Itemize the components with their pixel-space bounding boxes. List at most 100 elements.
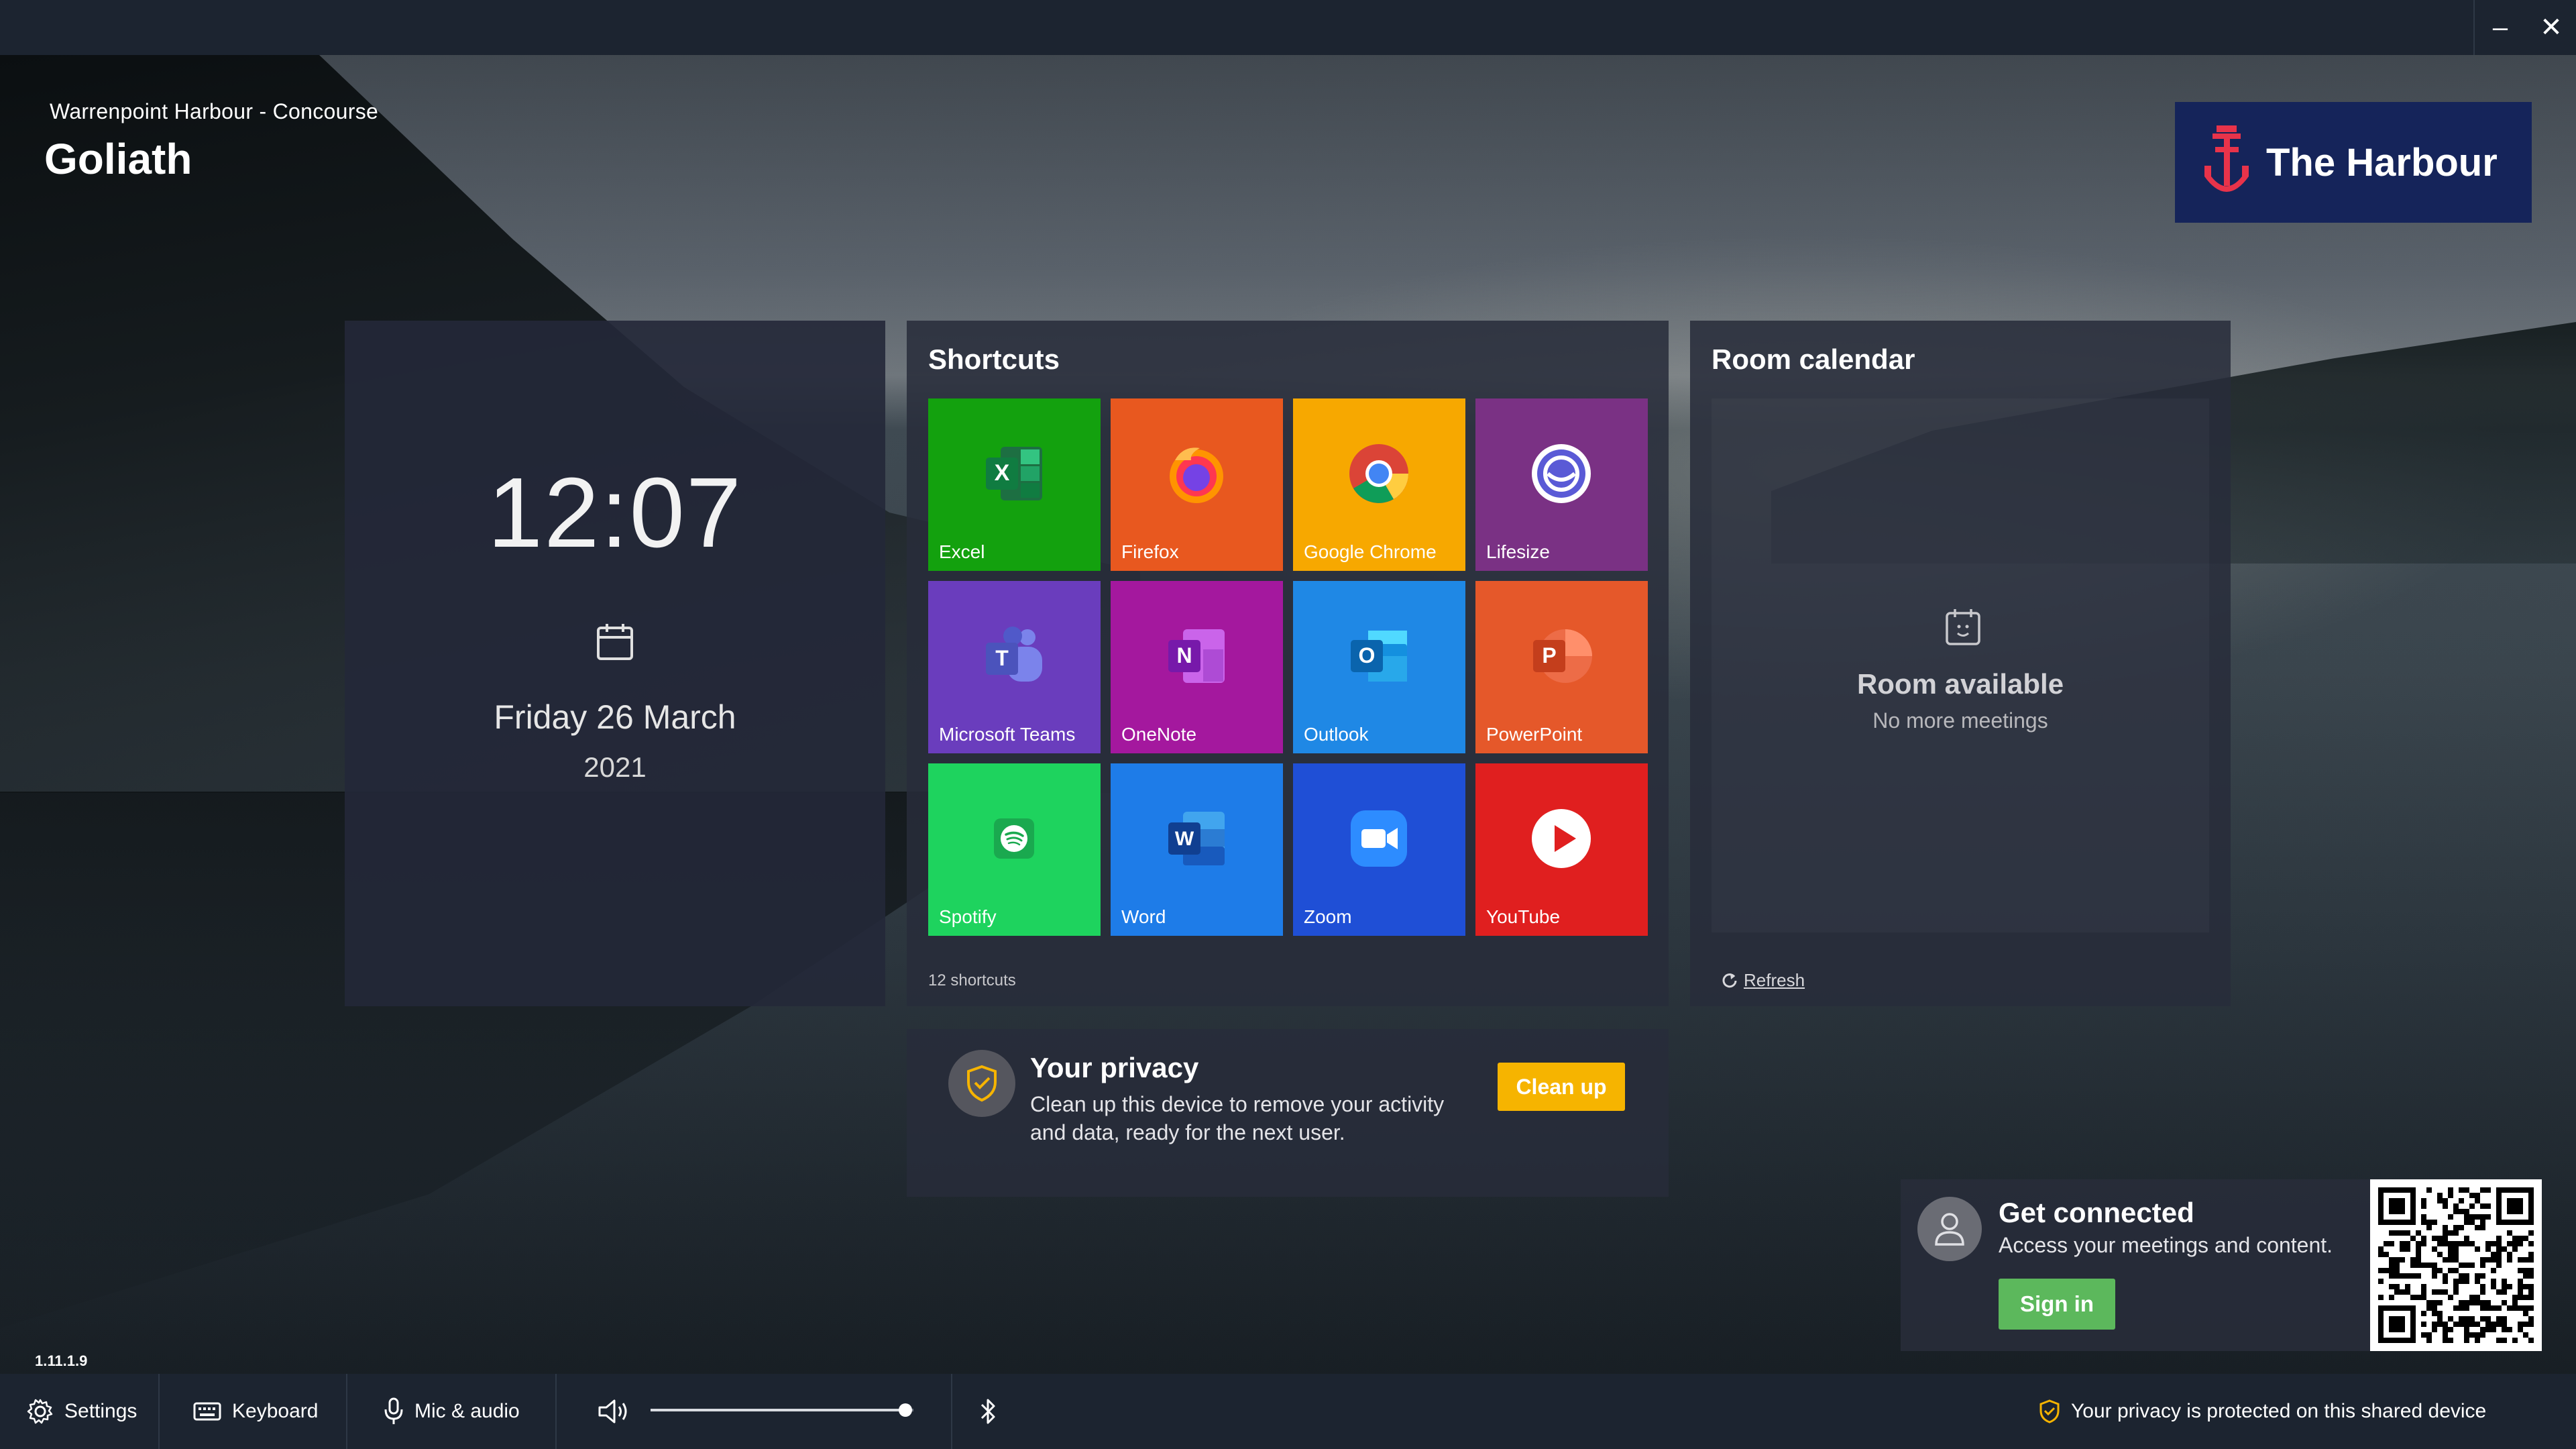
close-button[interactable]: ✕: [2526, 0, 2576, 55]
qr-module: [2416, 1295, 2421, 1300]
shortcut-tile-firefox[interactable]: Firefox: [1111, 398, 1283, 571]
qr-module: [2432, 1246, 2437, 1252]
title-bar: – ✕: [0, 0, 2576, 55]
qr-module: [2453, 1305, 2459, 1311]
qr-module: [2523, 1220, 2528, 1225]
qr-module: [2416, 1257, 2421, 1263]
qr-module: [2389, 1263, 2394, 1268]
qr-module: [2410, 1322, 2416, 1327]
qr-module: [2384, 1305, 2389, 1311]
qr-module: [2448, 1187, 2453, 1193]
shortcut-tile-spotify[interactable]: Spotify: [928, 763, 1101, 936]
qr-module: [2469, 1300, 2475, 1305]
qr-module: [2448, 1241, 2453, 1246]
qr-module: [2410, 1332, 2416, 1338]
clean-up-button[interactable]: Clean up: [1498, 1063, 1625, 1111]
qr-module: [2518, 1327, 2523, 1332]
qr-module: [2400, 1187, 2405, 1193]
qr-module: [2459, 1198, 2464, 1203]
qr-module: [2491, 1284, 2496, 1289]
qr-module: [2464, 1236, 2469, 1241]
qr-module: [2405, 1187, 2410, 1193]
qr-module: [2410, 1214, 2416, 1220]
qr-module: [2400, 1289, 2405, 1295]
qr-module: [2389, 1209, 2394, 1214]
privacy-text-line1: Clean up this device to remove your acti…: [1030, 1092, 1445, 1116]
shortcut-tile-google-chrome[interactable]: Google Chrome: [1293, 398, 1465, 571]
shortcut-tile-onenote[interactable]: N OneNote: [1111, 581, 1283, 753]
qr-module: [2469, 1203, 2475, 1209]
shortcut-tile-youtube[interactable]: YouTube: [1475, 763, 1648, 936]
qr-module: [2384, 1241, 2389, 1246]
mic-audio-button[interactable]: Mic & audio: [384, 1374, 520, 1449]
qr-module: [2496, 1209, 2502, 1214]
qr-module: [2448, 1252, 2453, 1257]
qr-module: [2480, 1332, 2485, 1338]
shortcut-tile-outlook[interactable]: O Outlook: [1293, 581, 1465, 753]
shortcut-tile-word[interactable]: W Word: [1111, 763, 1283, 936]
room-name: Goliath: [44, 135, 192, 183]
shortcut-tile-lifesize[interactable]: Lifesize: [1475, 398, 1648, 571]
qr-module: [2507, 1327, 2512, 1332]
qr-module: [2394, 1209, 2400, 1214]
qr-module: [2421, 1198, 2426, 1203]
qr-module: [2421, 1332, 2426, 1338]
qr-module: [2448, 1193, 2453, 1198]
qr-module: [2394, 1305, 2400, 1311]
qr-module: [2475, 1214, 2480, 1220]
qr-module: [2502, 1316, 2507, 1322]
qr-module: [2491, 1327, 2496, 1332]
qr-module: [2496, 1236, 2502, 1241]
volume-slider-track[interactable]: [651, 1403, 913, 1417]
qr-module: [2523, 1311, 2528, 1316]
shortcut-tile-excel[interactable]: X Excel: [928, 398, 1101, 571]
volume-button[interactable]: [597, 1374, 630, 1449]
shortcut-label: PowerPoint: [1486, 724, 1583, 745]
qr-module: [2389, 1273, 2394, 1279]
bluetooth-icon: [981, 1399, 995, 1424]
sign-in-button[interactable]: Sign in: [1999, 1279, 2115, 1330]
qr-module: [2464, 1338, 2469, 1343]
qr-module: [2384, 1187, 2389, 1193]
qr-module: [2475, 1332, 2480, 1338]
qr-module: [2378, 1193, 2384, 1198]
qr-module: [2518, 1220, 2523, 1225]
qr-module: [2480, 1305, 2485, 1311]
qr-module: [2453, 1268, 2459, 1273]
qr-module: [2507, 1252, 2512, 1257]
qr-module: [2443, 1327, 2448, 1332]
settings-button[interactable]: Settings: [27, 1374, 137, 1449]
refresh-link[interactable]: Refresh: [1721, 970, 1805, 991]
qr-code[interactable]: [2370, 1179, 2542, 1351]
qr-module: [2389, 1187, 2394, 1193]
shortcut-tile-zoom[interactable]: Zoom: [1293, 763, 1465, 936]
shortcut-label: Spotify: [939, 906, 997, 927]
qr-module: [2378, 1252, 2384, 1257]
qr-module: [2475, 1193, 2480, 1198]
qr-module: [2485, 1203, 2491, 1209]
qr-module: [2453, 1284, 2459, 1289]
qr-module: [2400, 1198, 2405, 1203]
volume-slider-handle[interactable]: [899, 1403, 913, 1417]
qr-module: [2523, 1332, 2528, 1338]
svg-text:X: X: [995, 460, 1010, 486]
minimize-button[interactable]: –: [2475, 0, 2526, 55]
qr-module: [2400, 1327, 2405, 1332]
qr-module: [2378, 1322, 2384, 1327]
room-status: Room available: [1856, 668, 2064, 700]
qr-module: [2528, 1198, 2534, 1203]
qr-module: [2496, 1252, 2502, 1257]
qr-module: [2389, 1241, 2394, 1246]
shortcut-tile-powerpoint[interactable]: P PowerPoint: [1475, 581, 1648, 753]
keyboard-button[interactable]: Keyboard: [193, 1374, 318, 1449]
shortcut-label: Outlook: [1304, 724, 1369, 745]
qr-module: [2518, 1268, 2523, 1273]
qr-module: [2400, 1203, 2405, 1209]
qr-module: [2448, 1230, 2453, 1236]
qr-module: [2523, 1187, 2528, 1193]
qr-module: [2443, 1257, 2448, 1263]
bluetooth-button[interactable]: [978, 1374, 998, 1449]
shortcut-tile-microsoft-teams[interactable]: T Microsoft Teams: [928, 581, 1101, 753]
qr-module: [2389, 1230, 2394, 1236]
qr-module: [2410, 1220, 2416, 1225]
